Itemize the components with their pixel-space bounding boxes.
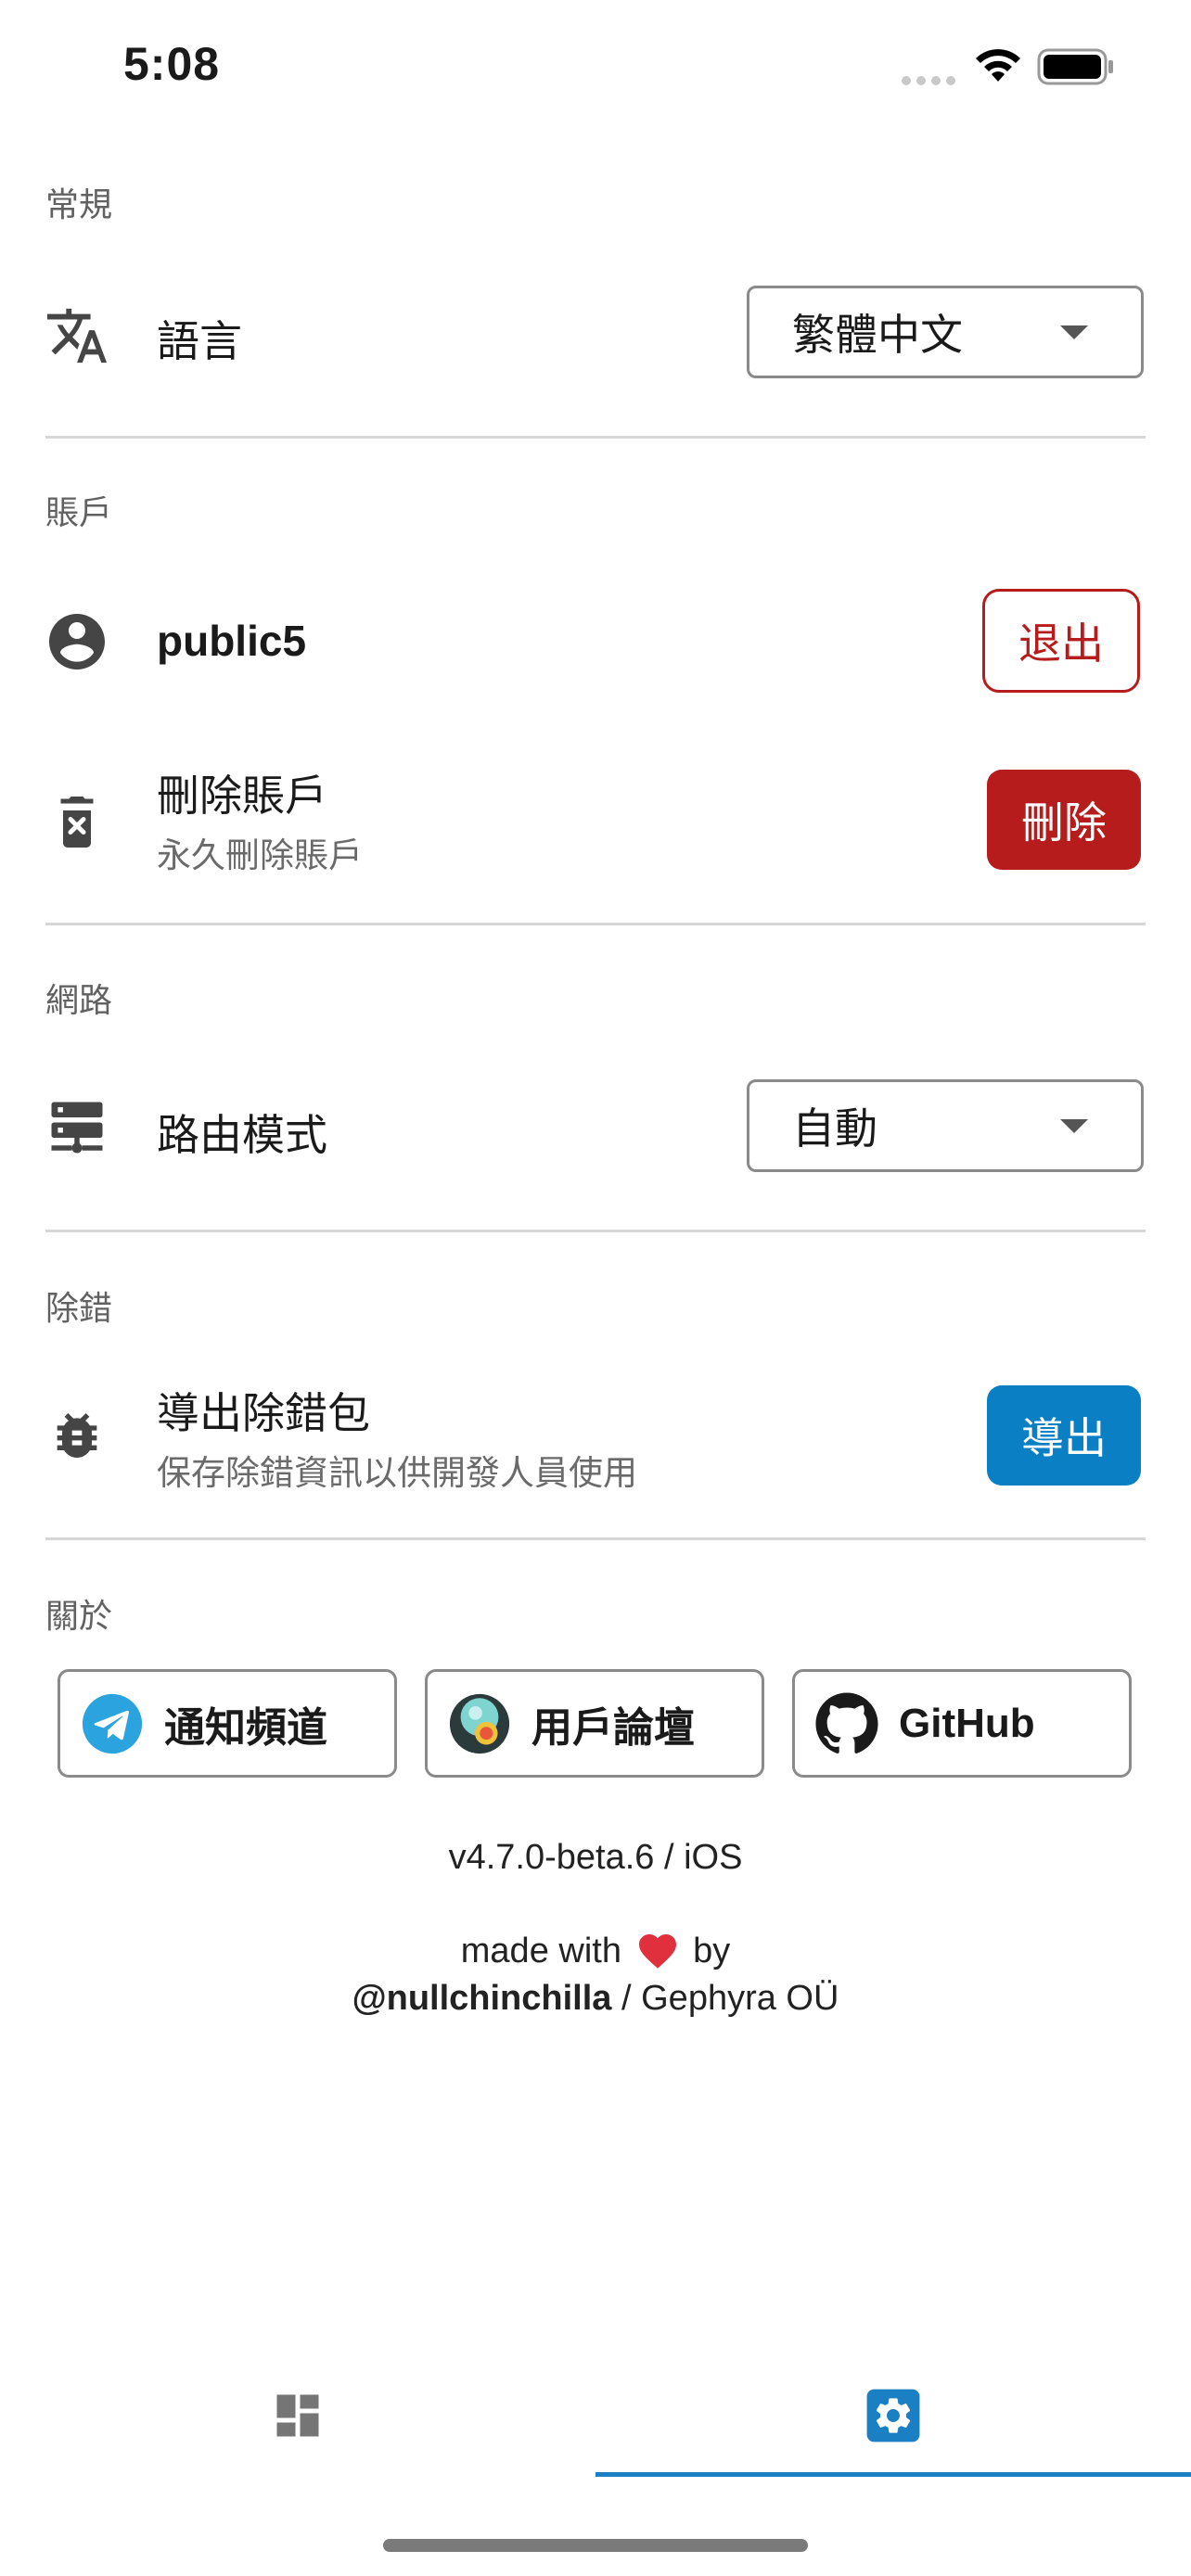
trash-icon bbox=[44, 786, 110, 853]
language-select-value: 繁體中文 bbox=[792, 311, 963, 359]
export-debug-sublabel: 保存除錯資訊以供開發人員使用 bbox=[157, 1454, 637, 1492]
github-button[interactable]: GitHub bbox=[792, 1669, 1132, 1778]
active-tab-indicator bbox=[596, 2472, 1191, 2477]
section-title-account: 賬戶 bbox=[45, 493, 113, 531]
routing-mode-label: 路由模式 bbox=[157, 1111, 327, 1159]
home-indicator[interactable] bbox=[383, 2539, 808, 2552]
version-text: v4.7.0-beta.6 / iOS bbox=[448, 1838, 743, 1877]
server-icon bbox=[44, 1094, 110, 1161]
bug-icon bbox=[44, 1402, 110, 1469]
routing-mode-select[interactable]: 自動 bbox=[747, 1079, 1144, 1172]
by-text: by bbox=[693, 1932, 731, 1970]
export-debug-label: 導出除錯包 bbox=[157, 1389, 370, 1437]
tab-settings[interactable] bbox=[596, 2355, 1191, 2480]
account-username: public5 bbox=[157, 617, 307, 665]
author-line: @nullchinchilla / Gephyra OÜ bbox=[0, 1979, 1191, 2019]
dashboard-icon bbox=[270, 2388, 326, 2448]
divider bbox=[45, 1537, 1146, 1540]
author-separator: / bbox=[611, 1979, 642, 2018]
wifi-icon bbox=[974, 48, 1022, 88]
translate-icon bbox=[44, 302, 110, 369]
user-forum-label: 用戶論壇 bbox=[531, 1704, 695, 1751]
delete-account-label: 刪除賬戶 bbox=[157, 772, 327, 820]
made-with-text: made with bbox=[460, 1932, 621, 1970]
chevron-down-icon bbox=[1060, 325, 1088, 339]
heart-icon bbox=[635, 1929, 680, 1979]
author-company: Gephyra OÜ bbox=[641, 1979, 839, 2018]
section-title-debug: 除錯 bbox=[45, 1289, 113, 1327]
user-forum-button[interactable]: 用戶論壇 bbox=[425, 1669, 764, 1778]
battery-icon bbox=[1037, 48, 1115, 90]
telegram-channel-button[interactable]: 通知頻道 bbox=[58, 1669, 397, 1778]
divider bbox=[45, 436, 1146, 439]
author-handle-link[interactable]: @nullchinchilla bbox=[352, 1979, 612, 2018]
cellular-signal-icon bbox=[902, 76, 959, 87]
divider bbox=[45, 923, 1146, 925]
section-title-network: 網路 bbox=[45, 981, 113, 1019]
github-icon bbox=[813, 1690, 880, 1757]
language-select[interactable]: 繁體中文 bbox=[747, 286, 1144, 378]
telegram-icon bbox=[79, 1690, 146, 1757]
gear-icon bbox=[864, 2387, 922, 2449]
account-circle-icon bbox=[44, 608, 110, 675]
logout-button[interactable]: 退出 bbox=[982, 589, 1140, 693]
language-label: 語言 bbox=[157, 317, 242, 365]
chevron-down-icon bbox=[1060, 1118, 1088, 1133]
delete-account-sublabel: 永久刪除賬戶 bbox=[157, 836, 363, 874]
status-time: 5:08 bbox=[123, 38, 221, 90]
section-title-general: 常規 bbox=[45, 185, 113, 223]
section-title-about: 關於 bbox=[45, 1597, 113, 1635]
routing-mode-select-value: 自動 bbox=[792, 1104, 877, 1153]
made-with-line: made with by bbox=[0, 1929, 1191, 1979]
divider bbox=[45, 1230, 1146, 1232]
telegram-channel-label: 通知頻道 bbox=[164, 1704, 327, 1751]
forum-icon bbox=[446, 1690, 513, 1757]
export-debug-button[interactable]: 導出 bbox=[987, 1385, 1141, 1486]
delete-account-button[interactable]: 刪除 bbox=[987, 770, 1141, 870]
tab-dashboard[interactable] bbox=[0, 2355, 596, 2480]
github-label: GitHub bbox=[899, 1700, 1035, 1746]
